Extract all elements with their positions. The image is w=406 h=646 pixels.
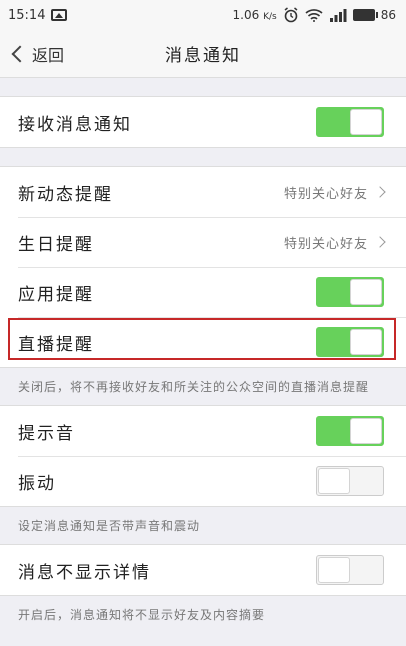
live-reminder-note: 关闭后，将不再接收好友和所关注的公众空间的直播消息提醒 [18, 380, 370, 394]
details-group: 消息不显示详情 [0, 544, 406, 596]
back-button[interactable]: 返回 [0, 42, 64, 66]
live-reminder-row: 直播提醒 [0, 317, 406, 367]
receive-notifications-row: 接收消息通知 [0, 97, 406, 147]
receive-group: 接收消息通知 [0, 96, 406, 148]
new-activity-reminder-row[interactable]: 新动态提醒 特别关心好友 [0, 167, 406, 217]
vibrate-label: 振动 [18, 473, 56, 494]
chevron-right-icon [374, 186, 386, 198]
status-bar: 15:14 1.06 K/s 86 [0, 0, 406, 30]
new-activity-reminder-label: 新动态提醒 [18, 184, 113, 205]
image-icon [51, 9, 68, 21]
sound-group: 提示音 振动 [0, 405, 406, 507]
hide-details-label: 消息不显示详情 [18, 562, 151, 583]
hide-details-note: 开启后，消息通知将不显示好友及内容摘要 [18, 608, 266, 622]
wifi-icon [305, 9, 323, 22]
vibrate-row: 振动 [0, 456, 406, 506]
birthday-reminder-value: 特别关心好友 [283, 236, 368, 252]
back-label: 返回 [32, 45, 65, 65]
hide-details-toggle[interactable] [316, 555, 384, 585]
battery-icon [352, 9, 378, 21]
app-reminder-row: 应用提醒 [0, 267, 406, 317]
navigation-bar: 返回 消息通知 [0, 30, 406, 78]
back-chevron-icon [11, 45, 29, 62]
chevron-right-icon [374, 236, 386, 248]
battery-level: 86 [380, 8, 396, 22]
status-time: 15:14 [8, 7, 46, 23]
notification-sound-label: 提示音 [18, 423, 75, 444]
sound-note: 设定消息通知是否带声音和震动 [18, 519, 201, 533]
notification-sound-row: 提示音 [0, 406, 406, 456]
app-reminder-toggle[interactable] [316, 277, 384, 307]
alarm-icon [284, 7, 298, 23]
reminders-group: 新动态提醒 特别关心好友 生日提醒 特别关心好友 应用提醒 直播提醒 [0, 166, 406, 368]
new-activity-reminder-value: 特别关心好友 [283, 186, 368, 202]
birthday-reminder-label: 生日提醒 [18, 234, 94, 255]
receive-notifications-label: 接收消息通知 [18, 114, 132, 135]
live-reminder-label: 直播提醒 [18, 334, 94, 355]
network-speed: 1.06 K/s [232, 8, 277, 22]
notification-sound-toggle[interactable] [316, 416, 384, 446]
vibrate-toggle[interactable] [316, 466, 384, 496]
receive-notifications-toggle[interactable] [316, 107, 384, 137]
hide-details-row: 消息不显示详情 [0, 545, 406, 595]
signal-icon [329, 9, 347, 22]
live-reminder-toggle[interactable] [316, 327, 384, 357]
birthday-reminder-row[interactable]: 生日提醒 特别关心好友 [0, 217, 406, 267]
app-reminder-label: 应用提醒 [18, 284, 94, 305]
